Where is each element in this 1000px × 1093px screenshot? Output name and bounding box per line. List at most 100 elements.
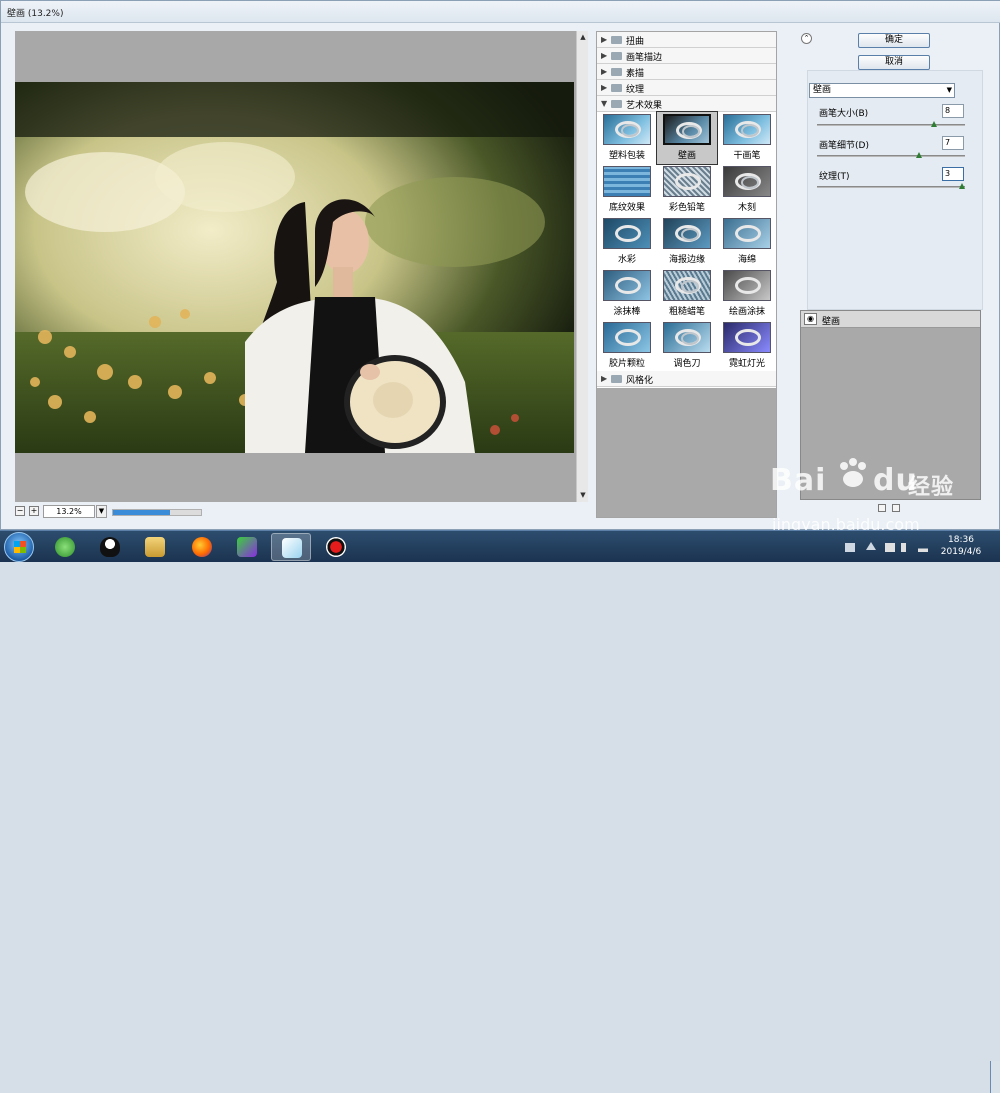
ok-button[interactable]: 确定 xyxy=(858,33,930,48)
thumb-film-grain[interactable]: 胶片颗粒 xyxy=(597,320,657,372)
title-bar[interactable]: 壁画 (13.2%) xyxy=(1,1,1000,23)
preview-scrollbar[interactable]: ▲ ▼ xyxy=(576,31,588,502)
expand-icon: ▶ xyxy=(601,83,608,92)
window-title: 壁画 (13.2%) xyxy=(7,9,64,19)
taskbar-app-360[interactable] xyxy=(45,533,85,561)
filter-settings: 壁画 ▼ 画笔大小(B) 8 画笔细节(D) 7 纹理(T) 3 xyxy=(807,70,983,310)
category-brush-strokes[interactable]: ▶ 画笔描边 xyxy=(597,48,776,64)
taskbar-app-firefox[interactable] xyxy=(182,533,222,561)
texture-input[interactable]: 3 xyxy=(942,167,964,181)
thumb-cutout[interactable]: 木刻 xyxy=(717,164,777,216)
category-sketch[interactable]: ▶ 素描 xyxy=(597,64,776,80)
thumb-label: 海绵 xyxy=(737,255,756,265)
taskbar-app-photoshop[interactable] xyxy=(271,533,311,561)
thumb-underpainting[interactable]: 底纹效果 xyxy=(597,164,657,216)
taskbar-app-explorer[interactable] xyxy=(135,533,175,561)
folder-open-icon xyxy=(611,100,622,108)
category-label: 纹理 xyxy=(626,85,645,95)
thumb-label: 干画笔 xyxy=(733,151,761,161)
thumb-fresco[interactable]: 壁画 xyxy=(656,111,718,165)
thumb-sponge[interactable]: 海绵 xyxy=(717,216,777,268)
texture-slider[interactable] xyxy=(817,183,965,189)
filter-preview-icon xyxy=(663,218,711,249)
scroll-down-icon[interactable]: ▼ xyxy=(579,491,587,499)
baidu-watermark: Bai du 经验 jingyan.baidu.com xyxy=(758,455,958,535)
thumb-rough-pastels[interactable]: 粗糙蜡笔 xyxy=(657,268,717,320)
taskbar-app-recorder[interactable] xyxy=(316,533,356,561)
filter-preview-icon xyxy=(663,322,711,353)
preview-area[interactable] xyxy=(15,31,576,502)
category-distort[interactable]: ▶ 扭曲 xyxy=(597,32,776,48)
taskbar-app-qq[interactable] xyxy=(90,533,130,561)
thumb-label: 壁画 xyxy=(677,151,696,161)
thumb-dry-brush[interactable]: 干画笔 xyxy=(717,112,777,164)
thumb-poster-edges[interactable]: 海报边缘 xyxy=(657,216,717,268)
zoom-dropdown-icon[interactable]: ▼ xyxy=(96,505,107,518)
brush-detail-slider[interactable] xyxy=(817,152,965,158)
photo-illustration xyxy=(15,82,574,453)
thumb-watercolor[interactable]: 水彩 xyxy=(597,216,657,268)
video-player-icon xyxy=(237,537,257,557)
zoom-level-field[interactable]: 13.2% xyxy=(43,505,95,518)
folder-icon xyxy=(145,537,165,557)
thumb-label: 调色刀 xyxy=(673,359,701,369)
filter-list-empty-area xyxy=(597,388,776,517)
record-icon xyxy=(326,537,346,557)
brush-detail-label: 画笔细节(D) xyxy=(819,141,869,151)
start-button[interactable] xyxy=(4,532,34,562)
category-label: 风格化 xyxy=(626,376,654,386)
thumb-plastic-wrap[interactable]: 塑料包装 xyxy=(597,112,657,164)
filter-select[interactable]: 壁画 ▼ xyxy=(809,83,955,98)
paw-icon xyxy=(840,458,866,487)
eye-icon[interactable]: ◉ xyxy=(804,313,817,325)
zoom-out-button[interactable]: − xyxy=(15,506,25,516)
effect-layer[interactable]: ◉ 壁画 xyxy=(801,311,980,328)
taskbar-app-iqiyi[interactable] xyxy=(227,533,267,561)
network-icon[interactable] xyxy=(918,543,928,552)
filter-preview-icon xyxy=(603,322,651,353)
thumb-label: 木刻 xyxy=(737,203,756,213)
expand-icon: ▶ xyxy=(601,374,608,383)
thumb-palette-knife[interactable]: 调色刀 xyxy=(657,320,717,372)
volume-icon[interactable] xyxy=(901,543,911,552)
thumb-colored-pencil[interactable]: 彩色铅笔 xyxy=(657,164,717,216)
filter-gallery-window: 壁画 (13.2%) ▲ ▼ − + 13.2% ▼ ▶ 扭曲 ▶ 画笔描边 ▶… xyxy=(0,0,1000,530)
system-clock[interactable]: 18:36 2019/4/6 xyxy=(936,534,986,558)
preview-image xyxy=(15,82,574,453)
filter-preview-icon xyxy=(663,270,711,301)
collapse-panel-icon[interactable]: ⌃ xyxy=(801,33,812,44)
brush-size-slider[interactable] xyxy=(817,121,965,127)
expand-icon: ▶ xyxy=(601,35,608,44)
firefox-icon xyxy=(192,537,212,557)
show-desktop-button[interactable] xyxy=(990,1061,1000,1093)
progress-fill xyxy=(113,510,171,515)
category-label: 艺术效果 xyxy=(626,101,663,111)
scroll-up-icon[interactable]: ▲ xyxy=(579,33,587,41)
battery-icon[interactable] xyxy=(885,543,895,552)
brush-size-input[interactable]: 8 xyxy=(942,104,964,118)
brush-detail-input[interactable]: 7 xyxy=(942,136,964,150)
windows-logo-icon xyxy=(14,541,26,553)
thumb-neon-glow[interactable]: 霓虹灯光 xyxy=(717,320,777,372)
cancel-button[interactable]: 取消 xyxy=(858,55,930,70)
filter-preview-icon xyxy=(723,322,771,353)
category-artistic[interactable]: ▼ 艺术效果 xyxy=(597,96,776,112)
keyboard-icon[interactable] xyxy=(845,543,855,552)
slider-handle[interactable] xyxy=(916,152,923,158)
thumb-smudge-stick[interactable]: 涂抹棒 xyxy=(597,268,657,320)
thumb-label: 涂抹棒 xyxy=(613,307,641,317)
thumb-label: 水彩 xyxy=(617,255,636,265)
texture-label: 纹理(T) xyxy=(819,172,850,182)
filter-preview-icon xyxy=(663,166,711,197)
brush-size-label: 画笔大小(B) xyxy=(819,109,869,119)
filter-thumbnails: 塑料包装 壁画 干画笔 底纹效果 彩色铅笔 木刻 水彩 海报边缘 海绵 涂抹棒 … xyxy=(597,111,777,374)
folder-icon xyxy=(611,36,622,44)
zoom-in-button[interactable]: + xyxy=(29,506,39,516)
slider-handle[interactable] xyxy=(930,121,937,127)
thumb-paint-daubs[interactable]: 绘画涂抹 xyxy=(717,268,777,320)
category-texture[interactable]: ▶ 纹理 xyxy=(597,80,776,96)
show-hidden-icons-icon[interactable] xyxy=(866,542,876,550)
category-stylize[interactable]: ▶ 风格化 xyxy=(597,371,776,387)
slider-handle[interactable] xyxy=(959,183,965,189)
category-label: 画笔描边 xyxy=(626,53,663,63)
